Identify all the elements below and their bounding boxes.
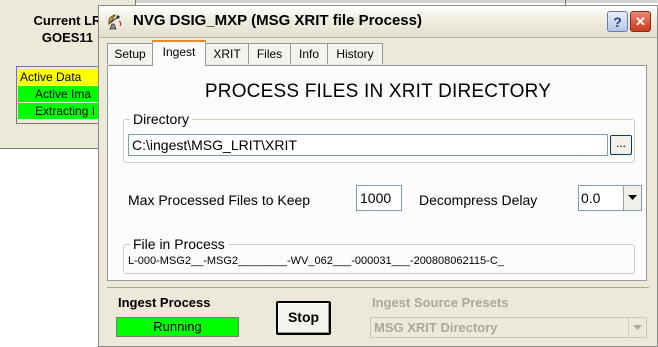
tab-files[interactable]: Files <box>248 43 291 64</box>
title-bar[interactable]: NVG DSIG_MXP (MSG XRIT file Process) ? ✕ <box>99 6 657 38</box>
file-in-process-value: L-000-MSG2__-MSG2________-WV_062___-0000… <box>128 255 504 267</box>
decompress-delay-value: 0.0 <box>581 190 601 206</box>
panel-heading: PROCESS FILES IN XRIT DIRECTORY <box>204 81 552 102</box>
ingest-tab-panel: PROCESS FILES IN XRIT DIRECTORY Director… <box>107 65 647 281</box>
decompress-delay-label: Decompress Delay <box>419 192 538 208</box>
file-in-process-label: File in Process <box>130 236 228 252</box>
tab-info[interactable]: Info <box>290 43 328 64</box>
tab-ingest[interactable]: Ingest <box>152 40 206 66</box>
satellite-dish-icon <box>106 12 124 30</box>
tab-xrit[interactable]: XRIT <box>205 43 249 64</box>
file-in-process-group: File in Process L-000-MSG2__-MSG2_______… <box>123 236 635 274</box>
ingest-process-label: Ingest Process <box>118 295 211 310</box>
presets-label: Ingest Source Presets <box>372 295 509 310</box>
decompress-delay-select[interactable]: 0.0 <box>578 185 642 211</box>
directory-input[interactable]: C:\ingest\MSG_LRIT\XRIT <box>128 134 608 156</box>
window-title: NVG DSIG_MXP (MSG XRIT file Process) <box>133 12 422 29</box>
help-icon: ? <box>613 13 622 30</box>
presets-value: MSG XRIT Directory <box>374 320 498 335</box>
max-files-label: Max Processed Files to Keep <box>128 192 311 208</box>
stop-button[interactable]: Stop <box>276 301 331 335</box>
chevron-down-icon[interactable] <box>628 318 646 337</box>
chevron-down-icon[interactable] <box>623 186 641 210</box>
ingest-status-indicator: Running <box>116 317 239 337</box>
tab-history[interactable]: History <box>327 43 383 64</box>
help-button[interactable]: ? <box>607 11 628 32</box>
close-icon: ✕ <box>635 13 646 29</box>
close-button[interactable]: ✕ <box>630 11 651 32</box>
directory-group: Directory C:\ingest\MSG_LRIT\XRIT ... <box>123 111 635 163</box>
browse-button[interactable]: ... <box>610 135 632 155</box>
tab-setup[interactable]: Setup <box>107 43 153 64</box>
bottom-separator <box>107 287 649 288</box>
presets-select[interactable]: MSG XRIT Directory <box>370 317 647 338</box>
main-dialog: NVG DSIG_MXP (MSG XRIT file Process) ? ✕… <box>98 5 658 347</box>
max-files-input[interactable]: 1000 <box>356 185 402 211</box>
directory-label: Directory <box>130 111 193 127</box>
